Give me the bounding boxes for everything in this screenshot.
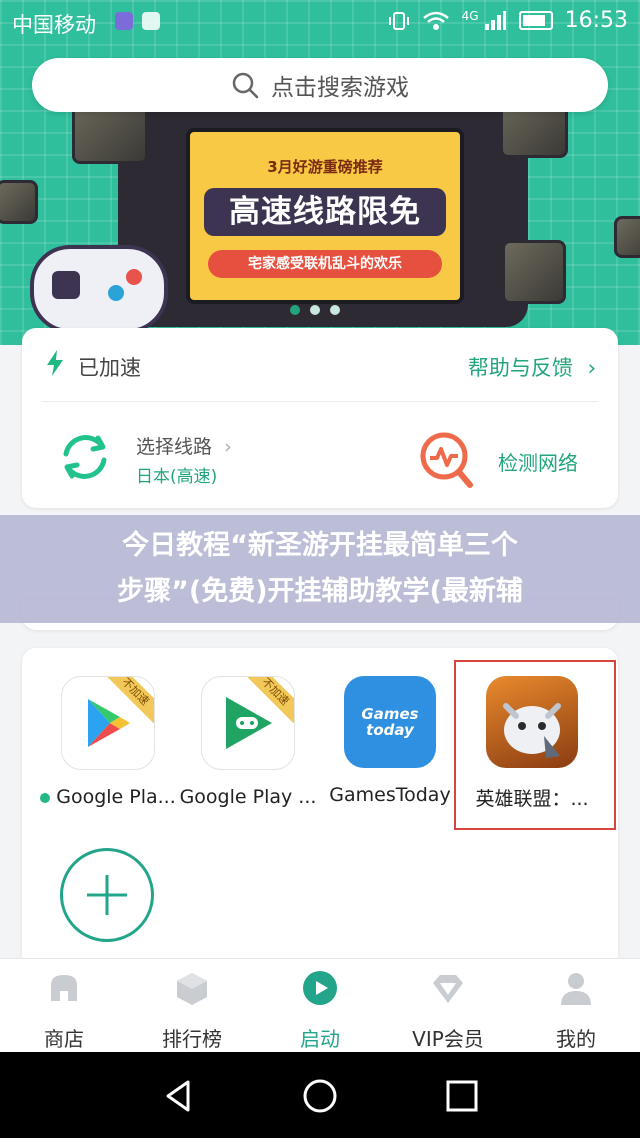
wifi-icon (422, 11, 449, 30)
nav-label: 启动 (300, 1027, 340, 1051)
nav-tab-ranking[interactable]: 排行榜 (128, 969, 256, 1052)
divider (42, 401, 598, 402)
nav-label: 我的 (556, 1027, 596, 1051)
vibrate-icon (388, 11, 409, 30)
my-games-card: 不加速 Google Pla... 不加速 Google Play ... Ga… (22, 648, 618, 958)
overlay-caption: 今日教程“新圣游开挂最简单三个 步骤”(免费)开挂辅助教学(最新辅 (0, 515, 640, 623)
lightning-icon (46, 350, 64, 383)
refresh-route-icon[interactable] (56, 428, 114, 486)
home-icon[interactable] (302, 1078, 338, 1114)
carousel-indicator (290, 305, 340, 315)
system-navigation-bar (0, 1052, 640, 1138)
hero-banner[interactable]: 中国移动 4G 16:53 3月好游重磅推荐 高速线路限免 宅家感受联机乱斗的欢… (0, 0, 640, 345)
network-detect-icon[interactable] (418, 430, 474, 490)
notification-app-icon-2 (142, 12, 160, 30)
current-route: 日本(高速) (136, 467, 218, 487)
game-thumbnail (502, 240, 566, 304)
game-name: GamesToday (329, 784, 451, 806)
help-feedback-link[interactable]: 帮助与反馈 › (468, 352, 596, 382)
status-bar: 中国移动 4G 16:53 (0, 0, 640, 44)
select-route-label: 选择线路 (136, 436, 213, 458)
google-play-icon: 不加速 (61, 676, 155, 770)
carrier-name: 中国移动 (12, 13, 96, 37)
search-bar[interactable]: 点击搜索游戏 (32, 58, 608, 112)
store-icon (51, 975, 77, 1001)
network-type: 4G (461, 8, 479, 23)
gamepad-button-icon (108, 285, 124, 301)
help-feedback-label: 帮助与反馈 (467, 356, 573, 380)
game-item-gamestoday[interactable]: Games today GamesToday (320, 676, 460, 806)
promo-headline: 高速线路限免 (204, 188, 446, 236)
nav-tab-launch[interactable]: 启动 (256, 969, 384, 1052)
nav-tab-vip[interactable]: VIP会员 (384, 969, 512, 1052)
recent-apps-icon[interactable] (444, 1078, 480, 1114)
nav-label: 商店 (44, 1027, 84, 1051)
vip-icon (433, 975, 463, 1003)
bottom-navigation: 商店 排行榜 启动 VIP会员 我的 (0, 958, 640, 1053)
overlay-caption-line-1: 今日教程“新圣游开挂最简单三个 (122, 530, 518, 561)
carousel-dot (330, 305, 340, 315)
battery-icon (518, 11, 553, 30)
signal-icon (484, 10, 506, 30)
game-thumbnail (614, 216, 640, 258)
nav-tab-profile[interactable]: 我的 (512, 969, 640, 1052)
search-placeholder: 点击搜索游戏 (271, 75, 409, 101)
search-icon (232, 72, 259, 99)
select-route-button[interactable]: 选择线路 › (136, 432, 232, 459)
back-icon[interactable] (160, 1078, 196, 1114)
nav-label: VIP会员 (412, 1027, 484, 1051)
carousel-dot (310, 305, 320, 315)
gamestoday-icon-text: Games today (361, 705, 419, 739)
launch-icon (303, 971, 337, 1005)
chevron-right-icon: › (587, 356, 596, 380)
gamepad-button-icon (126, 269, 142, 285)
overlay-caption-line-2: 步骤”(免费)开挂辅助教学(最新辅 (117, 576, 523, 607)
promo-subtitle-bottom: 宅家感受联机乱斗的欢乐 (208, 250, 442, 278)
dpad-icon (52, 271, 80, 299)
game-name: Google Play ... (179, 786, 317, 808)
nav-label: 排行榜 (162, 1027, 222, 1051)
selection-highlight (454, 660, 616, 830)
profile-icon (561, 973, 591, 1005)
game-item-google-play-games[interactable]: 不加速 Google Play ... (178, 676, 318, 808)
gamepad-illustration (30, 245, 168, 333)
promo-subtitle-top: 3月好游重磅推荐 (267, 158, 383, 176)
game-item-google-play[interactable]: 不加速 Google Pla... (38, 676, 178, 808)
clock: 16:53 (564, 8, 628, 33)
game-name: Google Pla... (38, 786, 178, 808)
status-icons: 4G 16:53 (388, 8, 628, 33)
running-indicator-icon (40, 792, 51, 803)
carousel-dot (290, 305, 300, 315)
google-play-games-icon: 不加速 (201, 676, 295, 770)
add-game-button[interactable] (60, 848, 154, 942)
acceleration-status: 已加速 (78, 356, 141, 380)
gamestoday-icon: Games today (344, 676, 436, 768)
game-thumbnail (0, 180, 38, 224)
notification-app-icon (115, 12, 133, 30)
detect-network-button[interactable]: 检测网络 (498, 447, 578, 476)
promo-screen[interactable]: 3月好游重磅推荐 高速线路限免 宅家感受联机乱斗的欢乐 (186, 128, 464, 304)
ranking-icon (177, 973, 207, 1005)
accelerator-card: 已加速 帮助与反馈 › 选择线路 › 日本(高速) 检测网络 (22, 328, 618, 508)
nav-tab-store[interactable]: 商店 (0, 969, 128, 1052)
chevron-right-icon: › (224, 436, 232, 458)
